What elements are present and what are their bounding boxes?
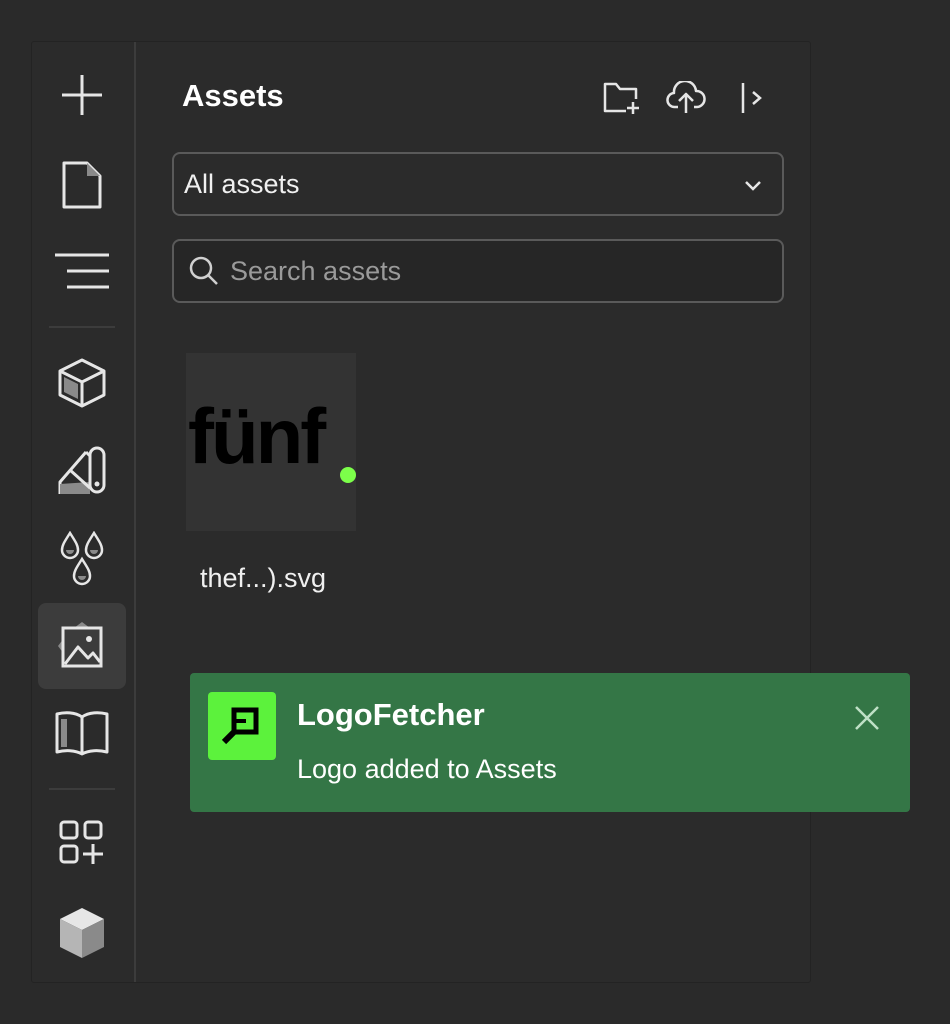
asset-filename: thef...).svg	[200, 563, 327, 593]
new-folder-icon	[603, 82, 639, 114]
assets-icon	[58, 622, 103, 668]
new-folder-button[interactable]	[602, 78, 642, 118]
asset-logo-dot	[340, 467, 356, 483]
left-toolbar	[32, 42, 136, 982]
asset-filter-value: All assets	[184, 168, 300, 199]
upload-icon	[666, 81, 706, 113]
assets-panel-window: Assets All assets Search assets fünf the…	[32, 42, 810, 982]
toolbar-divider	[49, 326, 115, 328]
collapse-panel-button[interactable]	[732, 78, 772, 118]
cms-icon	[55, 711, 109, 756]
cms-button[interactable]	[38, 690, 126, 776]
plus-icon	[62, 75, 102, 115]
notification-toast: LogoFetcher Logo added to Assets	[190, 673, 910, 812]
style-manager-icon	[58, 446, 106, 494]
chevron-down-icon	[745, 181, 761, 191]
search-input[interactable]	[230, 255, 770, 287]
variables-button[interactable]	[38, 516, 126, 602]
add-elements-button[interactable]	[38, 52, 126, 138]
asset-filter-dropdown[interactable]: All assets	[172, 152, 784, 216]
apps-button[interactable]	[38, 800, 126, 886]
navigator-button[interactable]	[38, 228, 126, 314]
upload-button[interactable]	[666, 78, 706, 118]
assets-panel: Assets All assets Search assets fünf the…	[138, 42, 810, 982]
style-manager-button[interactable]	[38, 428, 126, 514]
page-icon	[62, 161, 102, 209]
logofetcher-logo	[208, 692, 276, 760]
variables-icon	[60, 531, 104, 586]
pages-button[interactable]	[38, 142, 126, 228]
apps-icon	[59, 820, 103, 864]
asset-thumbnail[interactable]: fünf	[186, 353, 356, 531]
assets-button[interactable]	[38, 603, 126, 689]
collapse-panel-icon	[741, 83, 762, 113]
toast-app-name: LogoFetcher	[297, 697, 485, 732]
toolbar-divider	[49, 788, 115, 790]
toast-message: Logo added to Assets	[297, 754, 557, 784]
components-button[interactable]	[38, 340, 126, 426]
components-icon	[58, 358, 106, 408]
search-icon	[189, 256, 218, 285]
logofetcher-magnifier-icon	[221, 707, 259, 745]
search-field[interactable]	[172, 239, 784, 303]
close-icon	[855, 706, 879, 730]
navigator-icon	[55, 253, 109, 289]
3d-box-icon	[60, 908, 104, 958]
panel-title: Assets	[182, 78, 284, 113]
3d-box-button[interactable]	[38, 890, 126, 976]
toast-close-button[interactable]	[850, 701, 884, 735]
asset-logo-text: fünf	[188, 392, 326, 480]
